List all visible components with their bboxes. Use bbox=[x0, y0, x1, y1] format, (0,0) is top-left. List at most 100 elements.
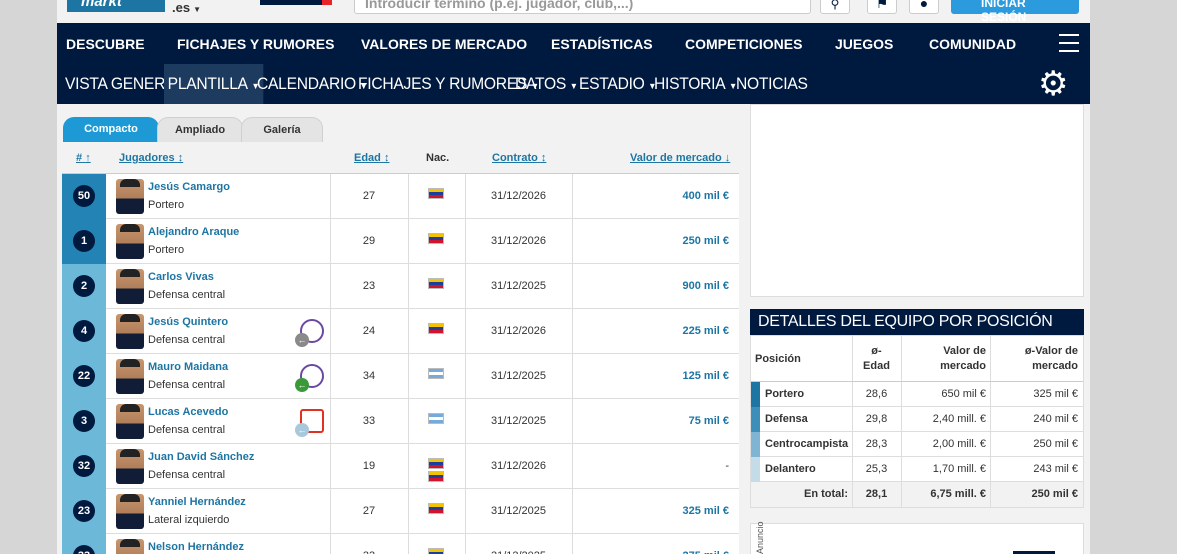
sort-desc-icon: ↓ bbox=[724, 152, 731, 164]
player-contract: 31/12/2026 bbox=[490, 325, 547, 337]
sort-by-market-value[interactable]: Valor de mercado ↓ bbox=[630, 152, 730, 164]
sort-by-contract[interactable]: Contrato ↕ bbox=[492, 152, 546, 164]
player-age: 29 bbox=[362, 235, 376, 247]
player-avatar[interactable] bbox=[116, 539, 144, 554]
notifications-button[interactable]: ● bbox=[909, 0, 939, 14]
position-color-cell: 1 bbox=[62, 219, 106, 264]
tab-extended[interactable]: Ampliado bbox=[157, 117, 243, 142]
column-header-market-value: Valor de mercado bbox=[940, 345, 986, 372]
table-row[interactable]: 32 Juan David Sánchez Defensa central 19… bbox=[62, 444, 739, 489]
player-avatar[interactable] bbox=[116, 449, 144, 484]
player-avatar[interactable] bbox=[116, 314, 144, 349]
player-market-value[interactable]: 75 mil € bbox=[689, 415, 729, 427]
player-nationality bbox=[428, 188, 444, 201]
player-market-value[interactable]: 400 mil € bbox=[683, 190, 729, 202]
sub-nav-data[interactable]: DATOS ▼ bbox=[515, 64, 578, 104]
player-nationality bbox=[428, 368, 444, 381]
main-nav-community[interactable]: COMUNIDAD bbox=[929, 36, 1016, 52]
position-market-value: 2,40 mill. € bbox=[932, 413, 986, 425]
player-name-link[interactable]: Jesús Camargo bbox=[148, 181, 230, 193]
player-position: Defensa central bbox=[148, 289, 226, 301]
table-row[interactable]: 33 Nelson Hernández 33 31/12/2025 275 mi… bbox=[62, 534, 739, 554]
player-avatar[interactable] bbox=[116, 269, 144, 304]
bookmark-button[interactable]: ⚑ bbox=[867, 0, 897, 14]
tab-compact[interactable]: Compacto bbox=[63, 117, 159, 142]
login-button[interactable]: INICIAR SESIÓN bbox=[951, 0, 1079, 24]
sub-nav-news[interactable]: NOTICIAS bbox=[736, 64, 808, 104]
bookmark-icon: ⚑ bbox=[875, 0, 889, 11]
promo-banner[interactable] bbox=[260, 0, 332, 5]
player-name-link[interactable]: Jesús Quintero bbox=[148, 316, 228, 328]
player-name-link[interactable]: Lucas Acevedo bbox=[148, 406, 228, 418]
search-input[interactable]: Introducir término (p.ej. jugador, club,… bbox=[354, 0, 811, 14]
player-name-link[interactable]: Juan David Sánchez bbox=[148, 451, 254, 463]
player-market-value[interactable]: 250 mil € bbox=[683, 235, 729, 247]
sub-nav-squad[interactable]: PLANTILLA ▼ bbox=[164, 64, 264, 104]
main-nav-games[interactable]: JUEGOS bbox=[835, 36, 893, 52]
player-contract: 31/12/2026 bbox=[490, 235, 547, 247]
player-name-link[interactable]: Mauro Maidana bbox=[148, 361, 228, 373]
position-total-row: En total: 28,1 6,75 mill. € 250 mil € bbox=[751, 482, 1083, 507]
search-button[interactable]: ⚲ bbox=[820, 0, 850, 14]
position-rows: Portero 28,6 650 mil € 325 mil € Defensa… bbox=[751, 382, 1083, 482]
player-avatar[interactable] bbox=[116, 224, 144, 259]
player-name-link[interactable]: Nelson Hernández bbox=[148, 541, 244, 553]
table-row[interactable]: 22 Mauro Maidana Defensa central ← 34 31… bbox=[62, 354, 739, 399]
player-market-value[interactable]: 900 mil € bbox=[683, 280, 729, 292]
tab-gallery[interactable]: Galería bbox=[241, 117, 323, 142]
sub-nav-calendar[interactable]: CALENDARIO ▼ bbox=[257, 64, 368, 104]
sort-by-number[interactable]: # ↑ bbox=[76, 152, 91, 164]
total-label: En total: bbox=[804, 488, 848, 500]
player-name-link[interactable]: Carlos Vivas bbox=[148, 271, 214, 283]
table-row[interactable]: 1 Alejandro Araque Portero 29 31/12/2026… bbox=[62, 219, 739, 264]
column-header-number: # bbox=[76, 152, 83, 164]
shirt-number: 2 bbox=[73, 275, 95, 297]
main-nav-market-values[interactable]: VALORES DE MERCADO bbox=[361, 36, 527, 52]
position-color-cell: 33 bbox=[62, 534, 106, 554]
player-position: Portero bbox=[148, 244, 185, 256]
transfer-arrow-icon: ← bbox=[295, 423, 309, 437]
language-selector[interactable]: .es ▼ bbox=[172, 0, 201, 15]
shirt-number: 23 bbox=[73, 500, 95, 522]
player-avatar[interactable] bbox=[116, 404, 144, 439]
player-name-link[interactable]: Yanniel Hernández bbox=[148, 496, 246, 508]
gear-icon[interactable]: ⚙ bbox=[1038, 67, 1068, 101]
position-panel-title: DETALLES DEL EQUIPO POR POSICIÓN bbox=[750, 309, 1084, 335]
player-market-value[interactable]: 325 mil € bbox=[683, 505, 729, 517]
player-nationality bbox=[428, 233, 444, 246]
menu-icon[interactable] bbox=[1059, 34, 1079, 53]
position-row: Delantero 25,3 1,70 mill. € 243 mil € bbox=[751, 457, 1083, 482]
main-nav-statistics[interactable]: ESTADÍSTICAS bbox=[551, 36, 653, 52]
player-age: 33 bbox=[330, 550, 408, 554]
sub-nav-transfers[interactable]: FICHAJES Y RUMORES ▼ bbox=[358, 64, 539, 104]
table-row[interactable]: 4 Jesús Quintero Defensa central ← 24 31… bbox=[62, 309, 739, 354]
table-row[interactable]: 3 Lucas Acevedo Defensa central ← 33 31/… bbox=[62, 399, 739, 444]
shirt-number: 50 bbox=[73, 185, 95, 207]
player-avatar[interactable] bbox=[116, 359, 144, 394]
main-nav-transfers[interactable]: FICHAJES Y RUMORES bbox=[177, 36, 334, 52]
player-market-value[interactable]: 275 mil € bbox=[683, 550, 729, 554]
site-logo[interactable]: markt bbox=[67, 0, 165, 12]
table-row[interactable]: 23 Yanniel Hernández Lateral izquierdo 2… bbox=[62, 489, 739, 534]
column-header-market-value: Valor de mercado bbox=[630, 152, 722, 164]
sort-by-player[interactable]: Jugadores ↕ bbox=[119, 152, 183, 164]
table-row[interactable]: 2 Carlos Vivas Defensa central 23 31/12/… bbox=[62, 264, 739, 309]
position-color-bar bbox=[751, 382, 760, 407]
page: markt .es ▼ Introducir término (p.ej. jug… bbox=[57, 0, 1090, 554]
table-row[interactable]: 50 Jesús Camargo Portero 27 31/12/2026 4… bbox=[62, 174, 739, 219]
main-nav-discover[interactable]: DESCUBRE bbox=[66, 36, 145, 52]
player-nationality bbox=[428, 503, 444, 516]
sub-nav-history[interactable]: HISTORIA ▼ bbox=[654, 64, 737, 104]
sub-nav-stadium[interactable]: ESTADIO ▼ bbox=[579, 64, 656, 104]
player-market-value[interactable]: 225 mil € bbox=[683, 325, 729, 337]
player-avatar[interactable] bbox=[116, 494, 144, 529]
player-name-link[interactable]: Alejandro Araque bbox=[148, 226, 239, 238]
sort-by-age[interactable]: Edad ↕ bbox=[354, 152, 389, 164]
main-nav-competitions[interactable]: COMPETICIONES bbox=[685, 36, 802, 52]
player-nationality bbox=[428, 548, 444, 554]
player-market-value[interactable]: 125 mil € bbox=[683, 370, 729, 382]
position-avg-age: 29,8 bbox=[865, 413, 888, 425]
player-avatar[interactable] bbox=[116, 179, 144, 214]
total-avg-value: 250 mil € bbox=[1031, 488, 1078, 500]
position-name: Delantero bbox=[765, 463, 816, 475]
